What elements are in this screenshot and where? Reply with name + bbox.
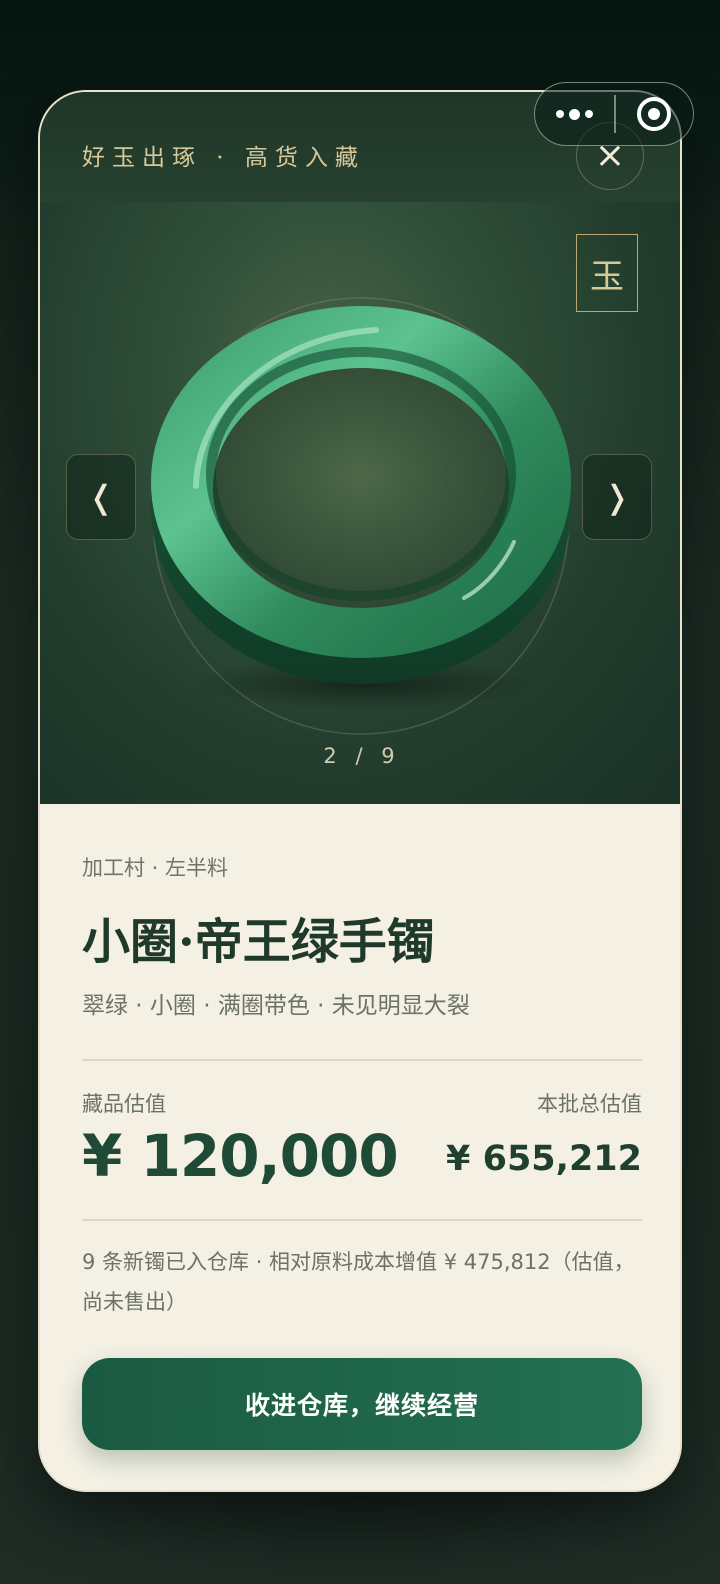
- chevron-left-icon: ❬: [87, 478, 115, 516]
- product-title: 小圈·帝王绿手镯: [82, 914, 435, 970]
- batch-valuation-label: 本批总估值: [537, 1092, 642, 1116]
- target-icon[interactable]: [616, 82, 693, 146]
- store-and-continue-button[interactable]: 收进仓库，继续经营: [82, 1358, 642, 1450]
- bangle-image: [151, 297, 571, 735]
- chevron-right-icon: ❭: [603, 478, 631, 516]
- prev-image-button[interactable]: ❬: [66, 454, 136, 540]
- hero-panel: 好玉出琢 · 高货入藏 × 玉 ❬ ❭ 2 / 9: [40, 92, 680, 804]
- batch-valuation-value: ¥ 655,212: [446, 1139, 642, 1179]
- tagline: 好玉出琢 · 高货入藏: [82, 145, 365, 171]
- origin-label: 加工村 · 左半料: [82, 856, 229, 880]
- item-valuation-value: ¥ 120,000: [82, 1122, 399, 1190]
- product-tags: 翠绿 · 小圈 · 满圈带色 · 未见明显大裂: [82, 993, 470, 1019]
- divider: [82, 1059, 642, 1061]
- more-dots-icon[interactable]: [535, 82, 614, 146]
- image-pager: 2 / 9: [323, 744, 401, 768]
- item-valuation-label: 藏品估值: [82, 1092, 166, 1116]
- divider: [82, 1219, 642, 1221]
- warehouse-summary: 9 条新镯已入仓库 · 相对原料成本增值 ¥ 475,812（估值，尚未售出）: [82, 1250, 635, 1314]
- miniprogram-capsule: [534, 82, 694, 146]
- bangle-hole: [213, 368, 509, 608]
- product-card: 好玉出琢 · 高货入藏 × 玉 ❬ ❭ 2 / 9 加工村 · 左半料 小圈·帝…: [38, 90, 682, 1492]
- next-image-button[interactable]: ❭: [582, 454, 652, 540]
